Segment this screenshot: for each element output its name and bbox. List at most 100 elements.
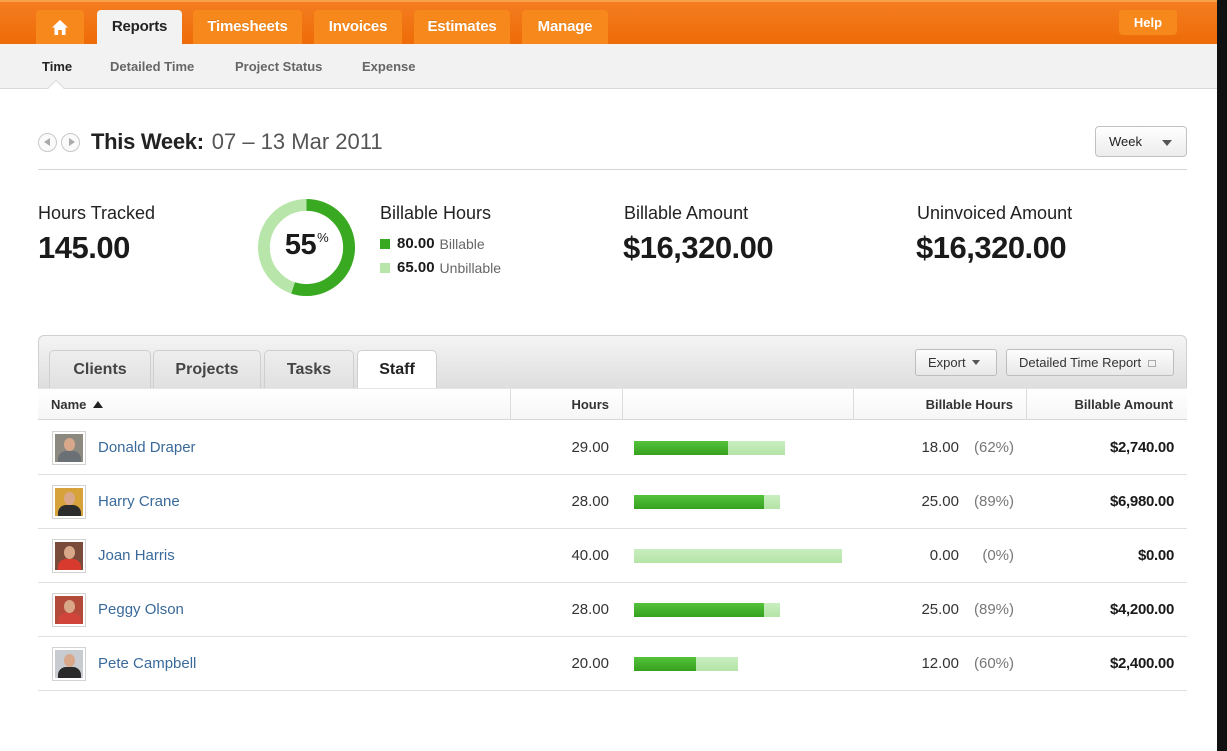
next-period-button[interactable] — [61, 132, 80, 152]
hours-tracked-value: 145.00 — [38, 230, 130, 265]
billable-amount-value: $2,400.00 — [1109, 655, 1174, 672]
avatar — [52, 647, 86, 681]
person-photo — [55, 650, 83, 678]
period-select-value: Week — [1109, 134, 1142, 149]
billable-hours-value: 25.00 — [921, 493, 959, 510]
nav-tab-estimates[interactable]: Estimates — [414, 10, 510, 46]
staff-name-link[interactable]: Peggy Olson — [98, 601, 184, 618]
billable-amount-value: $2,740.00 — [1109, 439, 1174, 456]
subnav-time[interactable]: Time — [42, 59, 72, 74]
table-row: Harry Crane 28.00 25.00 (89%) $6,980.00 — [38, 475, 1187, 529]
report-panel: Clients Projects Tasks Staff Export Deta… — [38, 335, 1187, 390]
billable-legend-label: Billable — [439, 235, 485, 252]
nav-tab-invoices[interactable]: Invoices — [314, 10, 402, 46]
period-range: 07 – 13 Mar 2011 — [211, 129, 383, 154]
avatar — [52, 539, 86, 573]
billable-hours-label: Billable Hours — [380, 203, 492, 223]
legend-billable: 80.00 Billable — [380, 235, 485, 252]
billable-amount-value: $0.00 — [1137, 547, 1174, 564]
tab-projects[interactable]: Projects — [153, 350, 261, 389]
circle-arrow-left-icon — [44, 138, 50, 146]
unbillable-hours-value: 65.00 — [397, 259, 435, 276]
detailed-time-report-label: Detailed Time Report — [1019, 355, 1142, 370]
column-header-hours[interactable]: Hours — [510, 389, 622, 420]
detailed-time-report-button[interactable]: Detailed Time Report — [1006, 349, 1174, 376]
avatar — [52, 485, 86, 519]
window-edge — [1217, 0, 1227, 751]
billable-percent-value: (89%) — [973, 601, 1014, 618]
total-hours-bar — [634, 495, 780, 509]
help-button[interactable]: Help — [1119, 10, 1177, 35]
person-photo — [55, 542, 83, 570]
total-hours-bar — [634, 441, 785, 455]
person-photo — [55, 434, 83, 462]
sort-ascending-icon — [93, 401, 104, 408]
unbillable-legend-label: Unbillable — [439, 259, 502, 276]
tab-clients[interactable]: Clients — [49, 350, 151, 389]
uninvoiced-amount-label: Uninvoiced Amount — [917, 203, 1073, 223]
table-row: Pete Campbell 20.00 12.00 (60%) $2,400.00 — [38, 637, 1187, 691]
export-button[interactable]: Export — [915, 349, 997, 376]
hours-value: 40.00 — [571, 547, 609, 564]
sub-nav: Time Detailed Time Project Status Expens… — [0, 44, 1217, 97]
billable-percent: 55% — [257, 229, 356, 262]
top-nav: Reports Timesheets Invoices Estimates Ma… — [0, 0, 1217, 46]
previous-period-button[interactable] — [38, 132, 57, 152]
caret-down-icon — [971, 360, 980, 365]
staff-name-link[interactable]: Donald Draper — [98, 439, 196, 456]
billable-percent-value: 55 — [284, 229, 317, 261]
column-header-name[interactable]: Name — [51, 389, 104, 420]
nav-tab-home[interactable] — [36, 10, 84, 46]
table-header: Name Hours Billable Hours Billable Amoun… — [38, 388, 1187, 420]
avatar — [52, 593, 86, 627]
head-shape — [64, 492, 75, 505]
total-hours-bar — [634, 549, 842, 563]
total-hours-bar — [634, 603, 780, 617]
hours-value: 29.00 — [571, 439, 609, 456]
nav-tab-reports[interactable]: Reports — [97, 10, 182, 46]
subnav-detailed-time[interactable]: Detailed Time — [110, 59, 194, 74]
column-header-billable-hours[interactable]: Billable Hours — [853, 389, 1027, 420]
subnav-expense[interactable]: Expense — [362, 59, 415, 74]
billable-hours-bar — [634, 603, 764, 617]
nav-tab-timesheets[interactable]: Timesheets — [193, 10, 302, 46]
body-shape — [58, 451, 81, 462]
staff-name-link[interactable]: Joan Harris — [98, 547, 175, 564]
period-heading: This Week: 07 – 13 Mar 2011 — [38, 128, 383, 156]
billable-percent-value: (62%) — [973, 439, 1014, 456]
column-name-label: Name — [51, 397, 87, 412]
divider — [38, 169, 1187, 170]
billable-percent-value: (60%) — [973, 655, 1014, 672]
table-row: Joan Harris 40.00 0.00 (0%) $0.00 — [38, 529, 1187, 583]
billable-hours-bar — [634, 441, 728, 455]
hours-value: 28.00 — [571, 601, 609, 618]
percent-sign: % — [317, 230, 329, 245]
head-shape — [64, 600, 75, 613]
tab-staff[interactable]: Staff — [357, 350, 437, 390]
body-shape — [58, 559, 81, 570]
hours-value: 28.00 — [571, 493, 609, 510]
staff-name-link[interactable]: Harry Crane — [98, 493, 180, 510]
subnav-project-status[interactable]: Project Status — [235, 59, 322, 74]
person-photo — [55, 488, 83, 516]
billable-hours-value: 80.00 — [397, 235, 435, 252]
billable-hours-value: 0.00 — [929, 547, 959, 564]
body-shape — [58, 667, 81, 678]
house-icon — [52, 20, 68, 35]
avatar — [52, 431, 86, 465]
active-indicator — [47, 79, 65, 97]
total-hours-bar — [634, 657, 738, 671]
period-label: This Week: — [91, 129, 204, 154]
billable-hours-bar — [634, 657, 697, 671]
period-select[interactable]: Week — [1095, 126, 1187, 157]
column-header-billable-amount[interactable]: Billable Amount — [1026, 389, 1187, 420]
hours-tracked-label: Hours Tracked — [38, 203, 156, 223]
tab-tasks[interactable]: Tasks — [264, 350, 354, 389]
external-window-icon — [1148, 360, 1157, 367]
billable-swatch — [380, 238, 390, 249]
unbillable-swatch — [380, 262, 390, 273]
staff-name-link[interactable]: Pete Campbell — [98, 655, 196, 672]
head-shape — [64, 438, 75, 451]
billable-percent-value: (0%) — [982, 547, 1014, 564]
nav-tab-manage[interactable]: Manage — [522, 10, 608, 46]
